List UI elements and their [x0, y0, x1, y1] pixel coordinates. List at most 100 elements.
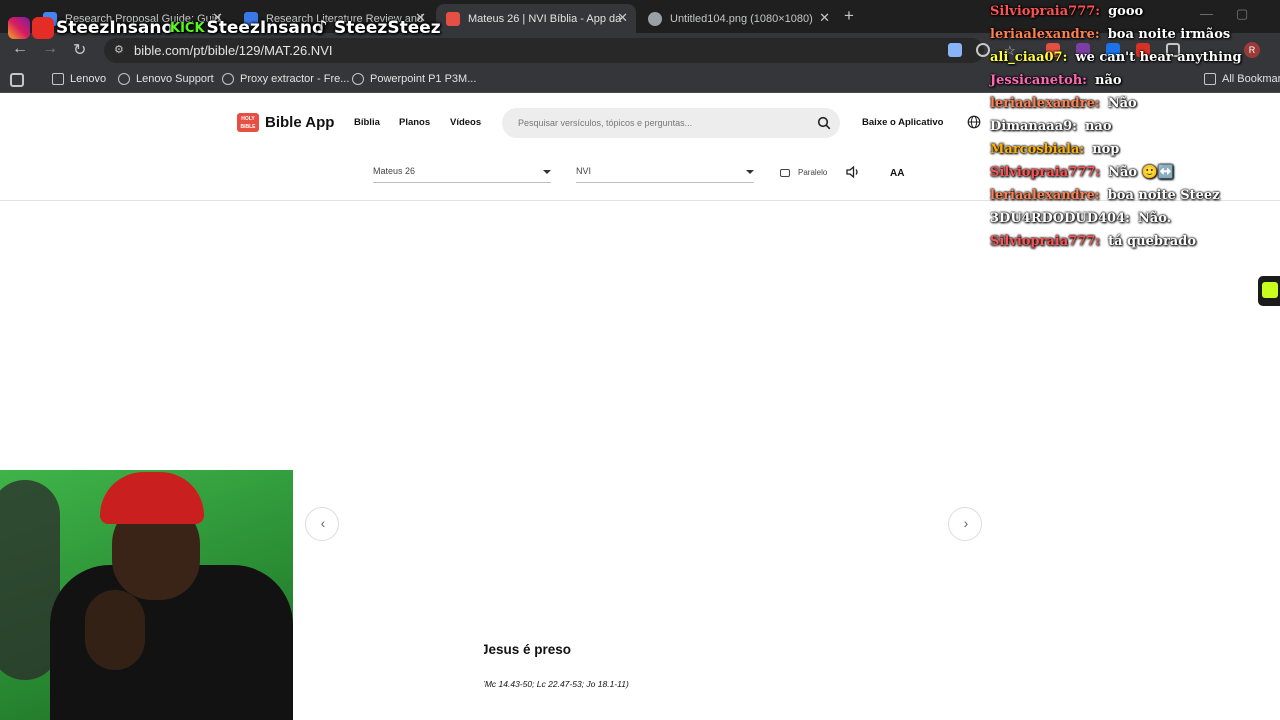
chat-username: Silviopraia777:: [990, 4, 1101, 19]
apps-icon[interactable]: [10, 73, 24, 87]
book-chapter-select[interactable]: Mateus 26: [373, 163, 551, 183]
chat-username: Silviopraia777:: [990, 165, 1101, 180]
chevron-down-icon: [543, 170, 551, 174]
chat-text: nop: [1092, 142, 1120, 157]
youtube-icon: [32, 17, 54, 39]
chat-message: Silviopraia777: Não 🙂↔️: [990, 165, 1174, 180]
tab-title: Mateus 26 | NVI Bíblia - App da: [468, 12, 622, 25]
previous-chapter-button[interactable]: ‹: [305, 507, 339, 541]
chevron-left-icon: ‹: [320, 515, 326, 531]
chat-message: leriaalexandre: boa noite Steez: [990, 188, 1220, 203]
brand-handle: SteezInsano: [206, 18, 324, 38]
brand-handle: SteezSteez: [334, 18, 441, 38]
globe-icon: [648, 11, 662, 26]
cross-references: (Mc 14.43-50; Lc 22.47-53; Jo 18.1-11): [484, 679, 629, 689]
parallel-toggle[interactable]: Paralelo: [780, 168, 827, 177]
brand-kick: KICK SteezInsano: [170, 14, 324, 42]
instagram-icon: [8, 17, 30, 39]
kick-icon: KICK: [170, 20, 205, 36]
chat-message: Dimanaaa9: nao: [990, 119, 1112, 134]
search-input[interactable]: Pesquisar versículos, tópicos e pergunta…: [502, 108, 840, 138]
webcam-overlay: [0, 470, 293, 720]
translate-icon[interactable]: [948, 43, 962, 57]
nav-bible[interactable]: Bíblia: [354, 117, 380, 128]
forward-icon[interactable]: →: [42, 40, 58, 58]
audio-speaker-icon[interactable]: [845, 164, 861, 180]
bookmark-item[interactable]: Lenovo Support: [118, 73, 214, 85]
search-icon[interactable]: [817, 116, 831, 130]
chat-text: gooo: [1108, 4, 1144, 19]
chat-message: 3DU4RDODUD404: Não.: [990, 211, 1171, 226]
logo-mark: HOLY BIBLE: [237, 113, 259, 132]
zoom-icon[interactable]: [976, 43, 990, 57]
chat-message: leriaalexandre: boa noite irmãos: [990, 27, 1230, 42]
profile-avatar[interactable]: R: [1244, 42, 1260, 58]
side-widget[interactable]: [1258, 276, 1280, 306]
chat-username: leriaalexandre:: [990, 27, 1100, 42]
folder-icon: [1204, 73, 1216, 85]
version-select[interactable]: NVI: [576, 163, 754, 183]
streamer-hand: [85, 590, 145, 670]
search-placeholder: Pesquisar versículos, tópicos e pergunta…: [518, 118, 693, 128]
chat-text: we can't hear anything: [1075, 50, 1242, 65]
chat-text: Não 🙂↔️: [1108, 165, 1174, 180]
bookmark-label: Lenovo Support: [136, 73, 214, 85]
nav-videos[interactable]: Vídeos: [450, 117, 481, 128]
book-chapter-value: Mateus 26: [373, 166, 416, 176]
tab-untitled-image[interactable]: Untitled104.png (1080×1080) ✕: [638, 4, 838, 33]
bookmark-item[interactable]: Proxy extractor - Fre...: [222, 73, 349, 85]
all-bookmarks[interactable]: All Bookmarks: [1204, 73, 1280, 85]
bible-app-icon: [446, 11, 460, 26]
globe-icon: [352, 73, 364, 85]
new-tab-button[interactable]: +: [844, 6, 854, 26]
tiktok-icon: ♪: [316, 17, 328, 38]
chat-message: leriaalexandre: Não: [990, 96, 1137, 111]
site-info-icon[interactable]: ⚙: [114, 43, 126, 57]
chat-username: Dimanaaa9:: [990, 119, 1077, 134]
chat-text: não: [1095, 73, 1122, 88]
bookmark-label: Powerpoint P1 P3M...: [370, 73, 477, 85]
parallel-icon: [780, 168, 790, 177]
tab-bible-app[interactable]: Mateus 26 | NVI Bíblia - App da ✕: [436, 4, 636, 33]
chevron-right-icon: ›: [963, 515, 969, 531]
url-text[interactable]: bible.com/pt/bible/129/MAT.26.NVI: [134, 43, 332, 58]
bible-app-logo[interactable]: HOLY BIBLE Bible App: [237, 113, 334, 132]
nav-plans[interactable]: Planos: [399, 117, 430, 128]
chevron-down-icon: [746, 170, 754, 174]
globe-icon: [222, 73, 234, 85]
chat-username: leriaalexandre:: [990, 96, 1100, 111]
chat-text: tá quebrado: [1108, 234, 1196, 249]
bookmark-item[interactable]: Lenovo: [52, 73, 106, 85]
close-tab-icon[interactable]: ✕: [819, 10, 830, 26]
all-bookmarks-label: All Bookmarks: [1222, 73, 1280, 85]
font-size-button[interactable]: AA: [890, 168, 904, 179]
maximize-icon[interactable]: ▢: [1236, 6, 1248, 22]
parallel-label: Paralelo: [798, 168, 828, 177]
screen: Research Proposal Guide: Guid ✕ Research…: [0, 0, 1280, 720]
minimize-icon[interactable]: —: [1200, 6, 1213, 21]
close-tab-icon[interactable]: ✕: [617, 10, 628, 26]
chat-message: Silviopraia777: gooo: [990, 4, 1143, 19]
chat-username: leriaalexandre:: [990, 188, 1100, 203]
chat-message: ali_ciaa07: we can't hear anything: [990, 50, 1242, 65]
reload-icon[interactable]: ↻: [73, 40, 86, 60]
next-chapter-button[interactable]: ›: [948, 507, 982, 541]
folder-icon: [52, 73, 64, 85]
back-icon[interactable]: ←: [12, 40, 28, 58]
chat-message: Marcosbiala: nop: [990, 142, 1119, 157]
language-globe-icon[interactable]: [967, 115, 981, 129]
tab-title: Untitled104.png (1080×1080): [670, 12, 813, 25]
chat-username: ali_ciaa07:: [990, 50, 1068, 65]
bookmark-item[interactable]: Powerpoint P1 P3M...: [352, 73, 476, 85]
logo-text: Bible App: [265, 114, 335, 131]
download-app-link[interactable]: Baixe o Aplicativo: [862, 117, 943, 128]
bookmark-label: Lenovo: [70, 73, 107, 85]
chat-text: boa noite Steez: [1107, 188, 1220, 203]
brand-instagram-youtube: SteezInsano: [8, 14, 173, 42]
chat-message: Jessicanetoh: não: [990, 73, 1122, 88]
chat-username: Marcosbiala:: [990, 142, 1085, 157]
version-value: NVI: [576, 166, 592, 176]
sparkle-icon: [1262, 282, 1278, 298]
bookmark-label: Proxy extractor - Fre...: [240, 73, 350, 85]
chat-message: Silviopraia777: tá quebrado: [990, 234, 1196, 249]
